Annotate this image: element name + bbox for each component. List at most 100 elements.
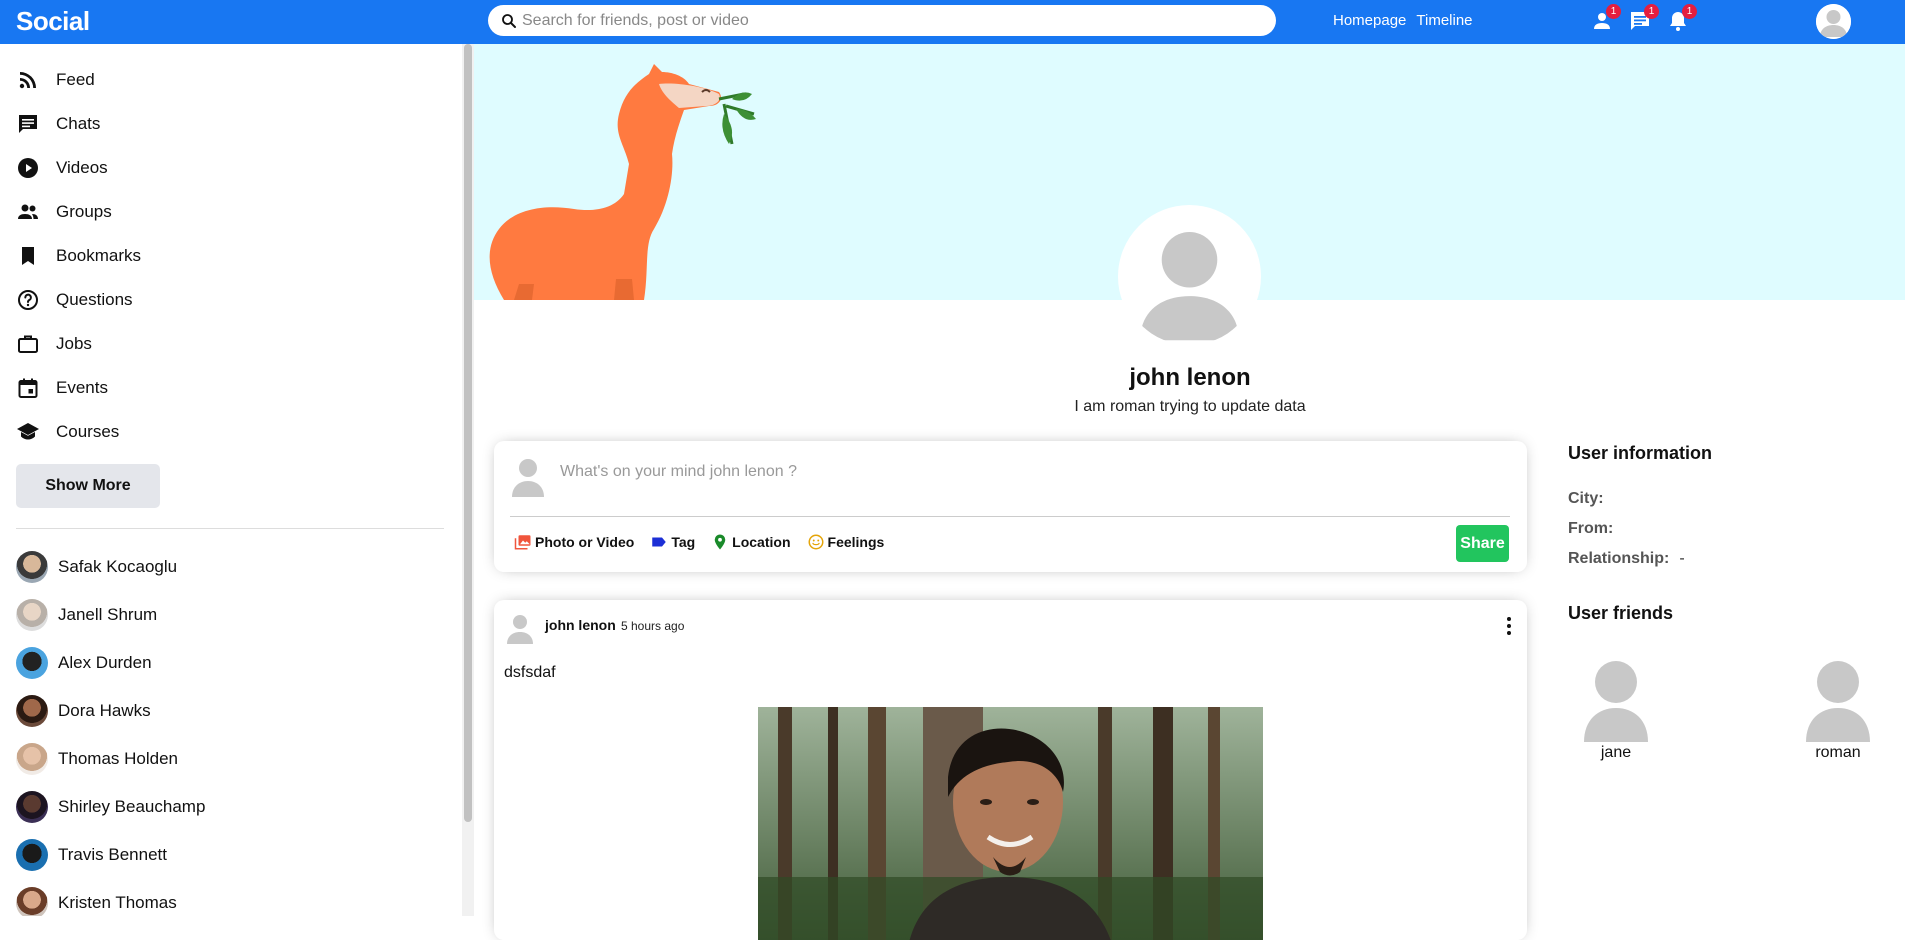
notifications-button[interactable]: 1 <box>1666 4 1697 35</box>
homepage-link[interactable]: Homepage <box>1333 12 1406 29</box>
default-avatar-icon <box>1816 4 1851 39</box>
post-username[interactable]: john lenon <box>545 617 616 633</box>
sidebar-friend-item[interactable]: Janell Shrum <box>16 591 474 639</box>
messages-badge: 1 <box>1644 4 1659 19</box>
friend-avatar <box>1805 660 1871 742</box>
user-avatar[interactable] <box>1816 4 1851 39</box>
tag-option[interactable]: Tag <box>650 533 695 551</box>
event-icon <box>18 378 38 398</box>
friend-name: roman <box>1815 744 1861 761</box>
school-icon <box>17 423 39 440</box>
friend-name: Alex Durden <box>58 653 152 672</box>
share-divider <box>510 516 1510 517</box>
sidebar-item-videos[interactable]: Videos <box>16 146 474 190</box>
friend-avatar <box>16 647 48 679</box>
post-text: dsfsdaf <box>504 664 556 681</box>
photo-video-option[interactable]: Photo or Video <box>514 533 634 551</box>
info-key: From: <box>1568 520 1614 537</box>
sidebar: Feed Chats Videos Groups Bookmarks Quest… <box>0 44 474 916</box>
chat-icon <box>19 115 37 133</box>
sidebar-item-label: Jobs <box>56 334 92 353</box>
sidebar-friend-list: Safak Kocaoglu Janell Shrum Alex Durden … <box>0 529 474 916</box>
work-outline-icon <box>18 335 38 353</box>
sidebar-item-label: Questions <box>56 290 133 309</box>
sidebar-friend-item[interactable]: Dora Hawks <box>16 687 474 735</box>
friend-name: Safak Kocaoglu <box>58 557 178 576</box>
sidebar-friend-item[interactable]: Safak Kocaoglu <box>16 543 474 591</box>
messages-button[interactable]: 1 <box>1628 4 1659 35</box>
feelings-option[interactable]: Feelings <box>807 533 885 551</box>
share-options: Photo or Video Tag Location Feelings <box>514 533 884 551</box>
sidebar-friend-item[interactable]: Shirley Beauchamp <box>16 783 474 831</box>
location-option[interactable]: Location <box>711 533 791 551</box>
sidebar-friend-item[interactable]: Travis Bennett <box>16 831 474 879</box>
sidebar-item-events[interactable]: Events <box>16 366 474 410</box>
sidebar-item-chats[interactable]: Chats <box>16 102 474 146</box>
sidebar-nav: Feed Chats Videos Groups Bookmarks Quest… <box>0 44 474 454</box>
sidebar-item-jobs[interactable]: Jobs <box>16 322 474 366</box>
sidebar-item-bookmarks[interactable]: Bookmarks <box>16 234 474 278</box>
feelings-label: Feelings <box>827 534 885 550</box>
llama-illustration <box>489 64 756 300</box>
label-icon <box>652 537 667 547</box>
sidebar-item-courses[interactable]: Courses <box>16 410 474 454</box>
friend-avatar <box>1583 660 1649 742</box>
friend-avatar <box>16 887 48 916</box>
notifications-badge: 1 <box>1682 4 1697 19</box>
friend-requests-button[interactable]: 1 <box>1590 4 1621 35</box>
more-vert-icon <box>1507 617 1511 635</box>
user-friend-item[interactable]: roman <box>1793 660 1883 762</box>
info-row-city: City: <box>1568 490 1614 508</box>
info-key: City: <box>1568 490 1604 507</box>
friend-name: Janell Shrum <box>58 605 158 624</box>
sidebar-item-label: Videos <box>56 158 108 177</box>
location-label: Location <box>732 534 791 550</box>
friend-avatar <box>16 599 48 631</box>
post-options-button[interactable] <box>1497 614 1521 638</box>
topbar-links: Homepage Timeline <box>1333 12 1473 29</box>
profile-avatar[interactable] <box>1118 205 1261 348</box>
friend-avatar <box>16 695 48 727</box>
sidebar-item-label: Feed <box>56 70 95 89</box>
share-avatar <box>510 455 546 497</box>
sidebar-item-label: Chats <box>56 114 101 133</box>
info-value: - <box>1679 550 1685 567</box>
search-input[interactable] <box>522 11 1262 30</box>
sidebar-item-questions[interactable]: Questions <box>16 278 474 322</box>
sidebar-item-feed[interactable]: Feed <box>16 58 474 102</box>
tag-label: Tag <box>671 534 696 550</box>
play-circle-icon <box>18 158 38 178</box>
friend-avatar <box>16 791 48 823</box>
search-bar[interactable] <box>488 5 1276 36</box>
user-info-title: User information <box>1568 443 1713 463</box>
sidebar-item-groups[interactable]: Groups <box>16 190 474 234</box>
friend-name: jane <box>1600 744 1632 761</box>
search-icon <box>502 13 516 28</box>
share-button[interactable]: Share <box>1456 525 1509 562</box>
show-more-button[interactable]: Show More <box>16 464 160 508</box>
location-pin-icon <box>714 534 726 550</box>
post-time: 5 hours ago <box>621 619 685 633</box>
default-avatar-icon <box>1121 208 1258 345</box>
friend-avatar <box>16 743 48 775</box>
post-card: john lenon 5 hours ago dsfsdaf <box>494 600 1527 940</box>
logo[interactable]: Social <box>16 6 90 37</box>
post-image[interactable] <box>758 707 1263 940</box>
user-friend-item[interactable]: jane <box>1571 660 1661 762</box>
photo-video-label: Photo or Video <box>535 534 635 550</box>
friend-name: Shirley Beauchamp <box>58 797 206 816</box>
post-avatar[interactable] <box>506 612 534 644</box>
sidebar-item-label: Bookmarks <box>56 246 142 265</box>
default-avatar-icon <box>507 615 533 644</box>
timeline-link[interactable]: Timeline <box>1416 12 1472 29</box>
sidebar-scrollbar-thumb[interactable] <box>464 44 472 822</box>
sidebar-friend-item[interactable]: Alex Durden <box>16 639 474 687</box>
friend-avatar <box>16 839 48 871</box>
photo-library-icon <box>514 535 531 550</box>
share-input[interactable] <box>560 463 1460 481</box>
sidebar-friend-item[interactable]: Kristen Thomas <box>16 879 474 916</box>
sidebar-friend-item[interactable]: Thomas Holden <box>16 735 474 783</box>
friend-name: Thomas Holden <box>58 749 179 768</box>
default-avatar-icon <box>1584 661 1648 742</box>
topbar: Social Homepage Timeline 1 1 1 <box>0 0 1905 44</box>
